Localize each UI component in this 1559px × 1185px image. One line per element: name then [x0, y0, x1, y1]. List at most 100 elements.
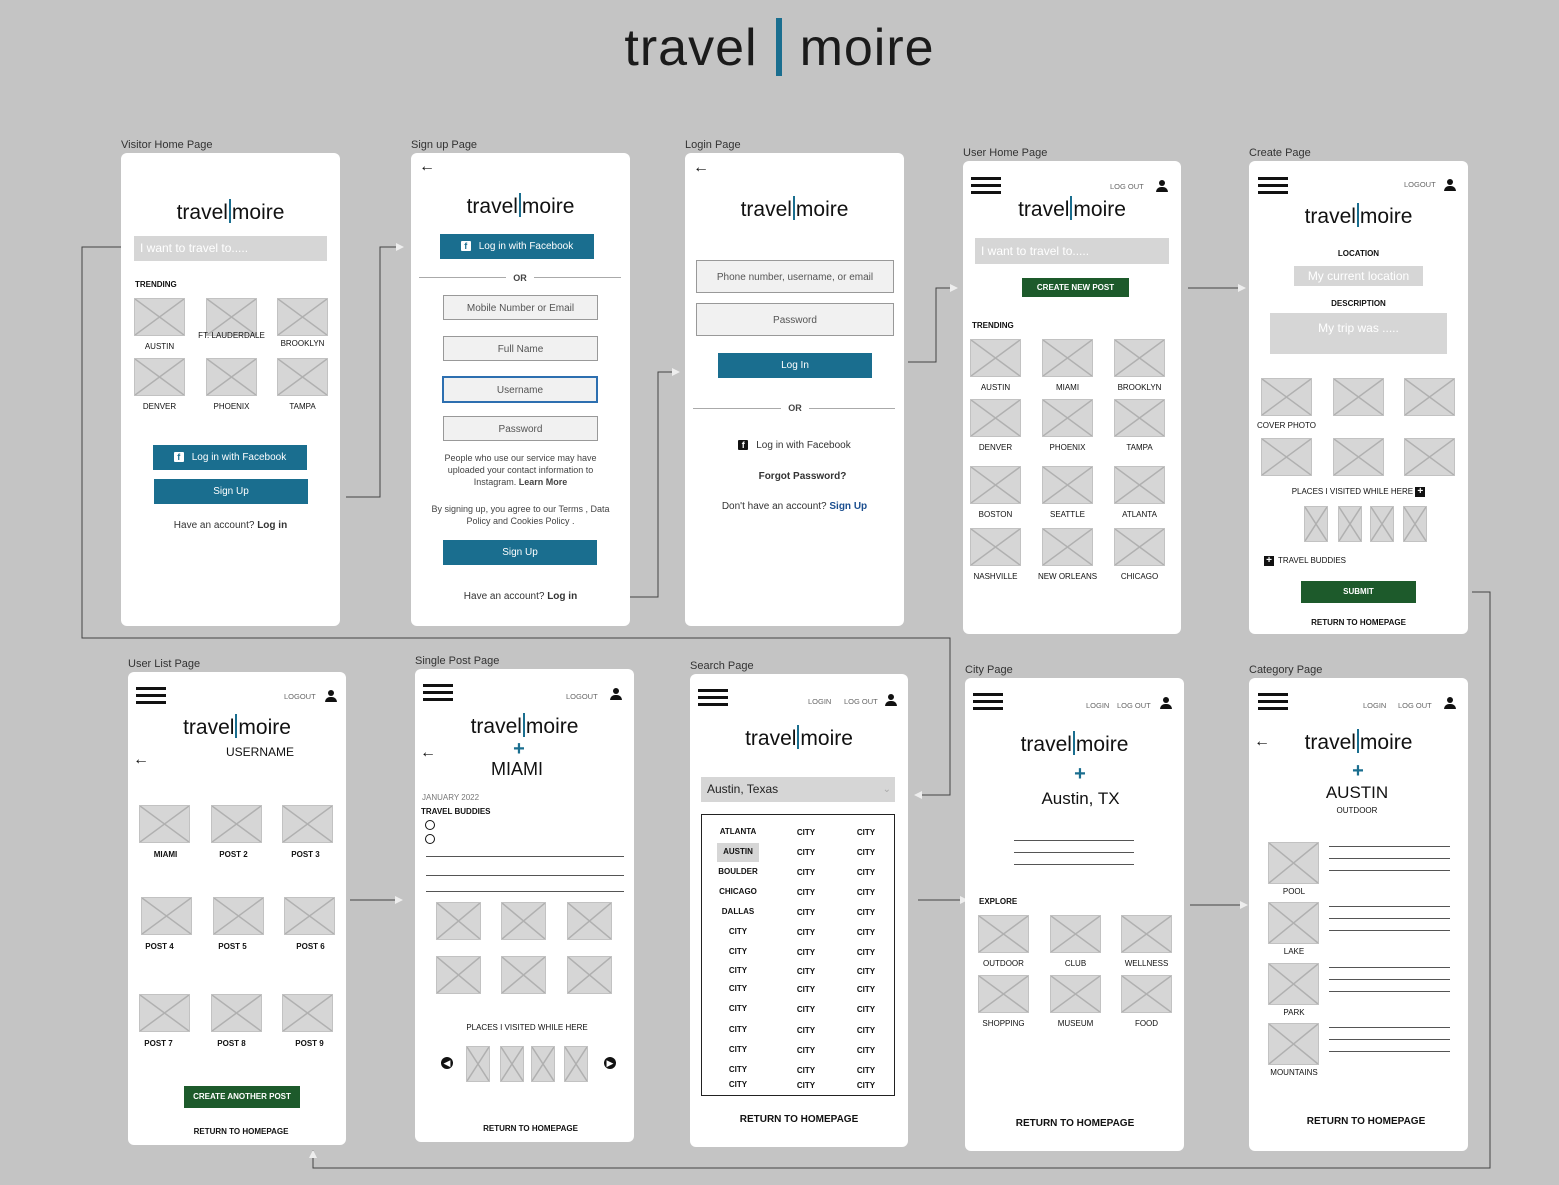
city-option[interactable]: CITY: [848, 1081, 884, 1090]
phone-username-email-field[interactable]: Phone number, username, or email: [696, 260, 894, 293]
post-thumbnail[interactable]: [211, 994, 262, 1032]
post-thumbnail[interactable]: [141, 897, 192, 935]
city-option[interactable]: CITY: [848, 928, 884, 937]
login-link[interactable]: LOGIN: [808, 697, 831, 706]
back-arrow-icon[interactable]: ←: [133, 751, 149, 769]
city-option[interactable]: CITY: [708, 1045, 768, 1054]
full-name-field[interactable]: Full Name: [443, 336, 598, 361]
city-option[interactable]: CITY: [848, 848, 884, 857]
photo-thumbnail[interactable]: [567, 956, 612, 994]
city-option[interactable]: CITY: [788, 1046, 824, 1055]
post-thumbnail[interactable]: [139, 805, 190, 843]
city-option[interactable]: CITY: [708, 1080, 768, 1089]
city-thumbnail[interactable]: [970, 528, 1021, 566]
back-arrow-icon[interactable]: ←: [693, 159, 709, 177]
hamburger-menu-icon[interactable]: [1258, 693, 1288, 711]
place-slot[interactable]: [1338, 506, 1362, 542]
city-option[interactable]: CITY: [788, 888, 824, 897]
city-option[interactable]: CITY: [788, 928, 824, 937]
password-field[interactable]: Password: [443, 416, 598, 441]
search-input[interactable]: I want to travel to.....: [975, 238, 1169, 264]
logout-link[interactable]: LOG OUT: [1398, 701, 1432, 710]
category-thumbnail[interactable]: [978, 975, 1029, 1013]
return-to-homepage-link[interactable]: RETURN TO HOMEPAGE: [965, 1118, 1185, 1129]
logout-link[interactable]: LOG OUT: [844, 697, 878, 706]
user-icon[interactable]: [610, 688, 622, 700]
city-option[interactable]: CITY: [788, 1026, 824, 1035]
city-option[interactable]: CITY: [848, 908, 884, 917]
city-thumbnail[interactable]: [970, 466, 1021, 504]
city-option[interactable]: CITY: [708, 1025, 768, 1034]
sign-up-link[interactable]: Sign Up: [829, 501, 867, 512]
post-thumbnail[interactable]: [282, 994, 333, 1032]
post-thumbnail[interactable]: [282, 805, 333, 843]
city-option[interactable]: CITY: [708, 947, 768, 956]
place-thumbnail[interactable]: [1268, 963, 1319, 1005]
city-option[interactable]: CITY: [708, 984, 768, 993]
user-icon[interactable]: [1160, 697, 1172, 709]
city-option[interactable]: CITY: [848, 1026, 884, 1035]
city-select[interactable]: Austin, Texas ⌄: [701, 777, 895, 802]
next-arrow-icon[interactable]: ▶: [604, 1057, 616, 1069]
city-thumbnail[interactable]: [1042, 466, 1093, 504]
user-icon[interactable]: [1156, 180, 1168, 192]
post-thumbnail[interactable]: [213, 897, 264, 935]
place-thumbnail[interactable]: [1268, 902, 1319, 944]
city-thumbnail[interactable]: [277, 358, 328, 396]
sign-up-button[interactable]: Sign Up: [443, 540, 597, 565]
city-option[interactable]: CITY: [708, 927, 768, 936]
hamburger-menu-icon[interactable]: [973, 693, 1003, 711]
city-thumbnail[interactable]: [1114, 339, 1165, 377]
city-option[interactable]: CITY: [788, 1005, 824, 1014]
photo-slot[interactable]: [1261, 378, 1312, 416]
submit-button[interactable]: SUBMIT: [1301, 581, 1416, 603]
city-option[interactable]: CITY: [848, 1046, 884, 1055]
city-thumbnail[interactable]: [1042, 339, 1093, 377]
logout-link[interactable]: LOGOUT: [284, 692, 316, 701]
logout-link[interactable]: LOG OUT: [1117, 701, 1151, 710]
hamburger-menu-icon[interactable]: [423, 684, 453, 702]
category-thumbnail[interactable]: [1121, 975, 1172, 1013]
return-to-homepage-link[interactable]: RETURN TO HOMEPAGE: [1249, 618, 1468, 627]
facebook-login-link[interactable]: f Log in with Facebook: [685, 440, 904, 451]
create-new-post-button[interactable]: CREATE NEW POST: [1022, 278, 1129, 297]
city-option[interactable]: AUSTIN: [708, 847, 768, 856]
photo-slot[interactable]: [1333, 378, 1384, 416]
city-option[interactable]: CITY: [788, 985, 824, 994]
city-option[interactable]: CITY: [848, 985, 884, 994]
city-thumbnail[interactable]: [134, 298, 185, 336]
place-thumbnail[interactable]: [1268, 842, 1319, 884]
city-option[interactable]: CITY: [848, 828, 884, 837]
learn-more-link[interactable]: Learn More: [519, 477, 568, 487]
photo-thumbnail[interactable]: [567, 902, 612, 940]
photo-slot[interactable]: [1333, 438, 1384, 476]
city-thumbnail[interactable]: [1042, 528, 1093, 566]
city-thumbnail[interactable]: [277, 298, 328, 336]
facebook-login-button[interactable]: f Log in with Facebook: [153, 445, 307, 470]
city-option[interactable]: CITY: [848, 1066, 884, 1075]
post-thumbnail[interactable]: [139, 994, 190, 1032]
description-input[interactable]: My trip was .....: [1270, 313, 1447, 354]
category-thumbnail[interactable]: [1050, 975, 1101, 1013]
add-buddy-icon[interactable]: +: [1264, 556, 1274, 566]
create-another-post-button[interactable]: CREATE ANOTHER POST: [184, 1086, 300, 1108]
facebook-login-button[interactable]: f Log in with Facebook: [440, 234, 594, 259]
city-thumbnail[interactable]: [206, 358, 257, 396]
city-option[interactable]: CITY: [788, 848, 824, 857]
username-field[interactable]: Username: [442, 376, 598, 403]
return-to-homepage-link[interactable]: RETURN TO HOMEPAGE: [128, 1127, 354, 1136]
city-option[interactable]: CITY: [708, 966, 768, 975]
city-option[interactable]: CITY: [848, 888, 884, 897]
user-icon[interactable]: [1444, 697, 1456, 709]
return-to-homepage-link[interactable]: RETURN TO HOMEPAGE: [1249, 1116, 1483, 1127]
city-option[interactable]: CITY: [788, 1081, 824, 1090]
city-option[interactable]: CITY: [708, 1065, 768, 1074]
photo-thumbnail[interactable]: [501, 956, 546, 994]
city-option[interactable]: ATLANTA: [708, 827, 768, 836]
login-link[interactable]: LOGIN: [1086, 701, 1109, 710]
login-link[interactable]: Log in: [547, 591, 577, 602]
logout-link[interactable]: LOGOUT: [566, 692, 598, 701]
city-option[interactable]: CHICAGO: [708, 887, 768, 896]
post-thumbnail[interactable]: [211, 805, 262, 843]
hamburger-menu-icon[interactable]: [136, 687, 166, 705]
